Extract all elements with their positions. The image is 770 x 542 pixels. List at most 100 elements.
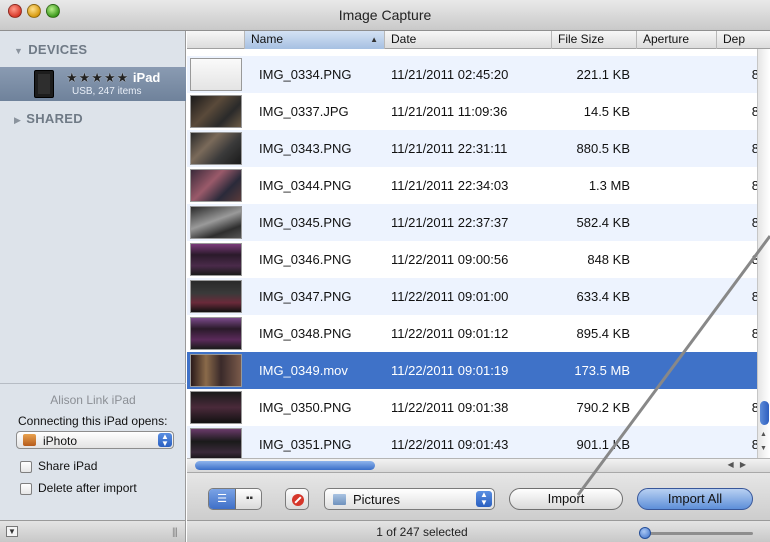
file-size: 1.3 MB xyxy=(588,178,630,193)
title-bar: Image Capture xyxy=(0,0,770,31)
column-depth[interactable]: Dep xyxy=(717,31,770,49)
status-bar: 1 of 247 selected xyxy=(187,520,770,542)
device-label: Alison Link iPad xyxy=(50,393,136,407)
file-name: IMG_0347.PNG xyxy=(259,289,352,304)
share-checkbox[interactable] xyxy=(20,461,32,473)
folder-icon xyxy=(333,494,346,505)
delete-button[interactable] xyxy=(285,488,309,510)
table-row[interactable]: IMG_0345.PNG 11/21/2011 22:37:37 582.4 KB 8 xyxy=(187,204,770,241)
thumbnail-image xyxy=(190,391,242,424)
disclosure-open-icon: ▼ xyxy=(14,46,24,56)
table-row[interactable]: IMG_0347.PNG 11/22/2011 09:01:00 633.4 KB 8 xyxy=(187,278,770,315)
sort-ascending-icon: ▲ xyxy=(370,35,378,44)
file-depth: 8 xyxy=(751,289,759,304)
table-body: IMG_0334.PNG 11/21/2011 02:45:20 221.1 KB 8… xyxy=(187,49,770,465)
file-date: 11/22/2011 09:01:00 xyxy=(391,289,509,304)
list-view-icon[interactable]: ☰ xyxy=(209,489,236,509)
file-date: 11/21/2011 22:37:37 xyxy=(391,215,509,230)
shared-header[interactable]: ▶ SHARED xyxy=(14,111,83,126)
file-depth: 8 xyxy=(751,326,759,341)
select-stepper-icon: ▲ ▼ xyxy=(476,491,492,507)
sidebar-divider xyxy=(0,383,186,384)
file-name: IMG_0334.PNG xyxy=(259,67,352,82)
column-name-label: Name xyxy=(251,32,284,46)
ipad-icon xyxy=(34,70,54,98)
file-depth: 8 xyxy=(751,178,759,193)
bottom-toolbar: ☰ ▪▪ Pictures ▲ ▼ Import Import All xyxy=(187,472,770,520)
table-row[interactable]: IMG_0346.PNG 11/22/2011 09:00:56 848 KB 8 xyxy=(187,241,770,278)
device-name-suffix: iPad xyxy=(132,70,161,85)
table-row[interactable]: IMG_0350.PNG 11/22/2011 09:01:38 790.2 KB 8 xyxy=(187,389,770,426)
table-row[interactable]: IMG_0334.PNG 11/21/2011 02:45:20 221.1 KB 8 xyxy=(187,56,770,93)
file-depth: 8 xyxy=(751,215,759,230)
file-name: IMG_0349.mov xyxy=(259,363,348,378)
sidebar-item-ipad[interactable]: ★★★★★ iPad USB, 247 items xyxy=(0,67,186,101)
file-size: 173.5 MB xyxy=(574,363,630,378)
grid-view-icon[interactable]: ▪▪ xyxy=(236,489,261,509)
file-date: 11/21/2011 11:09:36 xyxy=(391,104,508,119)
table-row[interactable]: IMG_0337.JPG 11/21/2011 11:09:36 14.5 KB 8 xyxy=(187,93,770,130)
view-mode-control[interactable]: ☰ ▪▪ xyxy=(208,488,262,510)
file-name: IMG_0348.PNG xyxy=(259,326,352,341)
file-size: 880.5 KB xyxy=(576,141,631,156)
file-size: 633.4 KB xyxy=(576,289,631,304)
vertical-scrollbar[interactable]: ▲ ▼ xyxy=(757,49,770,465)
disclosure-closed-icon: ▶ xyxy=(14,115,22,125)
thumbnail-image xyxy=(190,280,242,313)
file-date: 11/22/2011 09:01:19 xyxy=(391,363,509,378)
column-date[interactable]: Date xyxy=(385,31,552,49)
thumbnail-image xyxy=(190,243,242,276)
file-date: 11/21/2011 22:31:11 xyxy=(391,141,508,156)
delete-after-import-label: Delete after import xyxy=(38,481,137,495)
table-row[interactable]: IMG_0349.mov 11/22/2011 09:01:19 173.5 MB xyxy=(187,352,770,389)
column-name[interactable]: Name ▲ xyxy=(245,31,385,49)
opens-app-select[interactable]: iPhoto ▲ ▼ xyxy=(16,431,174,449)
file-depth: 8 xyxy=(751,400,759,415)
vertical-scroll-thumb[interactable] xyxy=(760,401,769,425)
file-name: IMG_0350.PNG xyxy=(259,400,352,415)
thumbnail-image xyxy=(190,95,242,128)
delete-after-import-checkbox[interactable] xyxy=(20,483,32,495)
file-size: 901.1 KB xyxy=(576,437,631,452)
device-name: ★★★★★ iPad xyxy=(66,70,160,86)
resize-grip-icon[interactable]: ||| xyxy=(172,527,178,538)
file-date: 11/22/2011 09:01:12 xyxy=(391,326,509,341)
devices-header[interactable]: ▼ DEVICES xyxy=(14,42,87,57)
horizontal-scroll-arrows-icon[interactable]: ◀ ▶ xyxy=(727,460,748,469)
thumbnail-image xyxy=(190,428,242,461)
file-date: 11/22/2011 09:01:38 xyxy=(391,400,509,415)
horizontal-scroll-thumb[interactable] xyxy=(195,461,375,470)
table-row[interactable]: IMG_0344.PNG 11/21/2011 22:34:03 1.3 MB 8 xyxy=(187,167,770,204)
table-row[interactable]: IMG_0348.PNG 11/22/2011 09:01:12 895.4 KB 8 xyxy=(187,315,770,352)
share-label: Share iPad xyxy=(38,459,98,473)
import-all-button[interactable]: Import All xyxy=(637,488,753,510)
thumbnail-size-knob[interactable] xyxy=(639,527,651,539)
thumbnail-size-slider[interactable] xyxy=(639,532,753,535)
thumbnail-image xyxy=(190,132,242,165)
sidebar-menu-button[interactable]: ▼ xyxy=(6,526,18,537)
thumbnail-image xyxy=(190,169,242,202)
scroll-up-icon[interactable]: ▲ xyxy=(760,431,767,438)
horizontal-scrollbar[interactable]: ◀ ▶ xyxy=(187,458,770,472)
opens-app-value: iPhoto xyxy=(43,434,78,448)
sidebar-footer: ▼ ||| xyxy=(0,520,186,542)
device-subtitle: USB, 247 items xyxy=(72,86,142,97)
sidebar: ▼ DEVICES ★★★★★ iPad USB, 247 items ▶ SHAR… xyxy=(0,31,186,520)
file-date: 11/21/2011 22:34:03 xyxy=(391,178,509,193)
devices-header-label: DEVICES xyxy=(28,42,88,57)
import-button[interactable]: Import xyxy=(509,488,623,510)
table-row[interactable]: IMG_0343.PNG 11/21/2011 22:31:11 880.5 KB 8 xyxy=(187,130,770,167)
file-date: 11/22/2011 09:00:56 xyxy=(391,252,509,267)
import-destination-value: Pictures xyxy=(353,492,400,507)
file-depth: 8 xyxy=(751,141,759,156)
file-size: 790.2 KB xyxy=(576,400,631,415)
file-depth: 8 xyxy=(751,252,759,267)
file-name: IMG_0351.PNG xyxy=(259,437,352,452)
column-aperture[interactable]: Aperture xyxy=(637,31,717,49)
import-destination-select[interactable]: Pictures ▲ ▼ xyxy=(324,488,495,510)
scroll-down-icon[interactable]: ▼ xyxy=(760,445,767,452)
file-size: 14.5 KB xyxy=(583,104,630,119)
column-thumbnail[interactable] xyxy=(187,31,245,49)
column-file-size[interactable]: File Size xyxy=(552,31,637,49)
file-name: IMG_0346.PNG xyxy=(259,252,352,267)
